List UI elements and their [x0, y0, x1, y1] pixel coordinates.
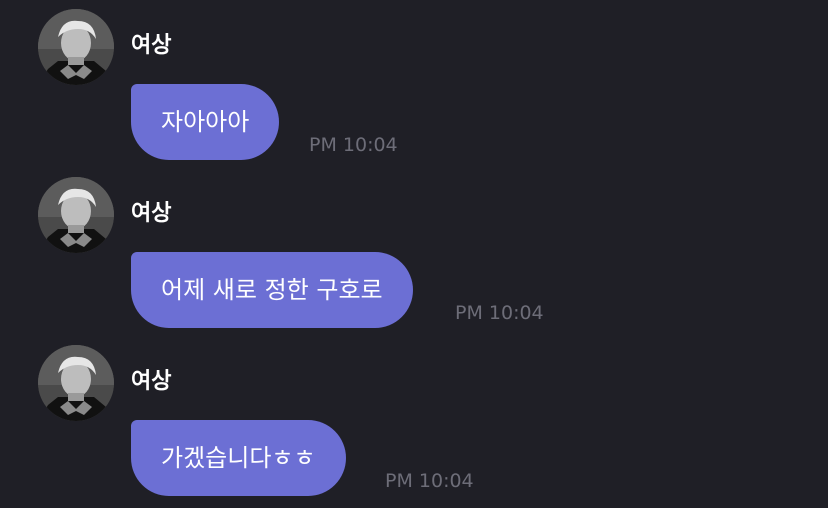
avatar[interactable]	[38, 177, 114, 253]
chat-message-list[interactable]: 여상 자아아아 PM 10:04 여상 어제 새로 정한 구호로 PM 10:0…	[0, 0, 828, 508]
message-timestamp: PM 10:04	[385, 470, 474, 492]
message-group: 여상 어제 새로 정한 구호로 PM 10:04	[0, 168, 828, 336]
message-timestamp: PM 10:04	[309, 134, 398, 156]
message-group: 여상 자아아아 PM 10:04	[0, 0, 828, 168]
avatar-image	[38, 177, 114, 253]
message-bubble[interactable]: 자아아아	[131, 84, 280, 160]
avatar[interactable]	[38, 9, 114, 85]
avatar-image	[38, 345, 114, 421]
message-bubble[interactable]: 어제 새로 정한 구호로	[131, 252, 413, 328]
message-timestamp: PM 10:04	[455, 302, 544, 324]
sender-name: 여상	[131, 201, 172, 226]
avatar[interactable]	[38, 345, 114, 421]
message-bubble[interactable]: 가겠습니다ㅎㅎ	[131, 420, 346, 496]
avatar-image	[38, 9, 114, 85]
sender-name: 여상	[131, 369, 172, 394]
message-group: 여상 가겠습니다ㅎㅎ PM 10:04	[0, 336, 828, 504]
sender-name: 여상	[131, 33, 172, 58]
